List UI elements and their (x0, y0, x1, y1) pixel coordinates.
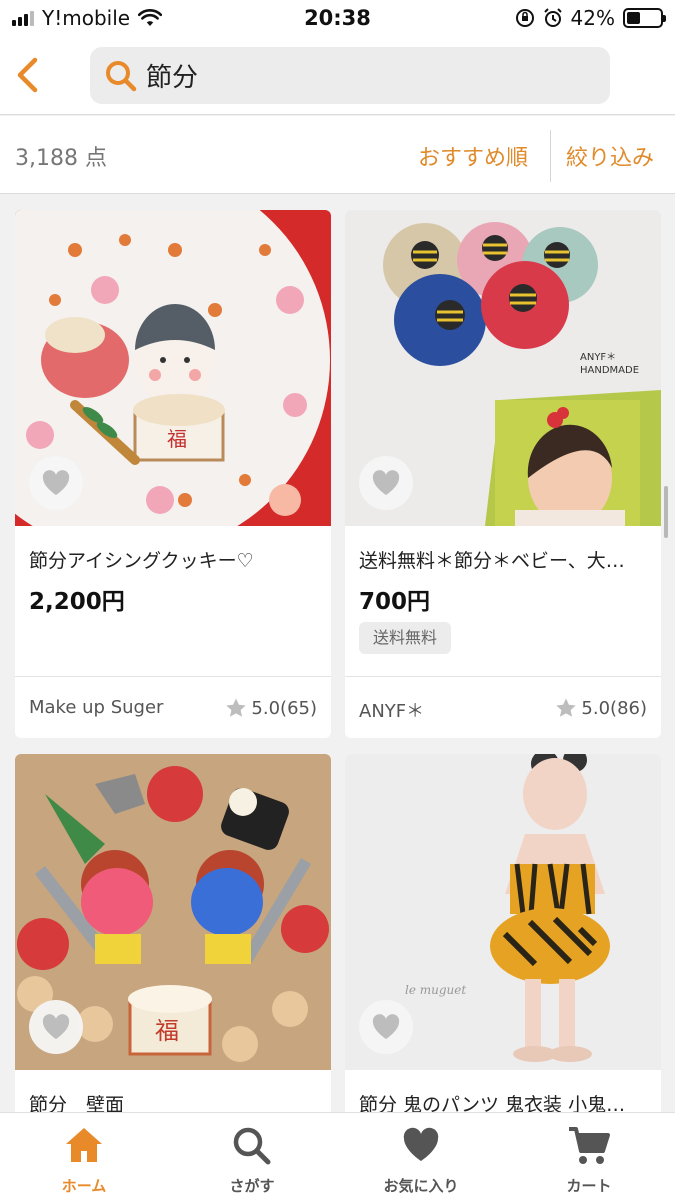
product-title[interactable]: 送料無料＊節分＊ベビー、大… (359, 546, 649, 573)
star-icon (226, 698, 247, 717)
product-card[interactable]: ANYF＊ HANDMADE 送料無料＊節分＊ベビー、大… 700円 送料無料 A… (345, 210, 661, 738)
product-card[interactable]: le muguet 節分 鬼のパンツ 鬼衣装 小鬼… (345, 754, 661, 1154)
shop-name[interactable]: ANYF＊ (359, 697, 424, 723)
favorite-button[interactable] (29, 456, 83, 510)
tab-label: お気に入り (383, 1177, 459, 1195)
back-button[interactable] (8, 52, 48, 98)
favorite-button[interactable] (29, 1000, 83, 1054)
search-input[interactable]: 節分 (90, 47, 610, 104)
cart-icon (569, 1127, 610, 1164)
tab-label: ホーム (61, 1177, 107, 1195)
sort-button[interactable]: おすすめ順 (418, 140, 528, 172)
search-query: 節分 (146, 63, 199, 93)
chevron-left-icon (17, 57, 38, 93)
bottom-tab-bar: ホーム さがす お気に入り カート (0, 1112, 675, 1200)
alarm-icon (543, 8, 562, 27)
tab-home[interactable]: ホーム (0, 1113, 168, 1200)
filter-button[interactable]: 絞り込み (566, 140, 654, 172)
tab-search[interactable]: さがす (168, 1113, 336, 1200)
product-title[interactable]: 節分アイシングクッキー♡ (29, 546, 319, 573)
tab-cart[interactable]: カート (505, 1113, 673, 1200)
search-icon (106, 60, 137, 91)
rating-value: 5.0(65) (251, 697, 317, 719)
heart-icon (42, 470, 70, 495)
results-bar: 3,188 点 おすすめ順 絞り込み (0, 116, 675, 194)
rating: 5.0(86) (555, 697, 647, 719)
wall-art-kanji-text: 福 (155, 1017, 179, 1045)
battery-icon (623, 8, 666, 28)
product-image[interactable]: ANYF＊ HANDMADE (345, 210, 661, 526)
status-bar: Y!mobile 20:38 42% (0, 0, 675, 38)
tab-favorites[interactable]: お気に入り (337, 1113, 505, 1200)
result-count: 3,188 点 (15, 146, 107, 171)
product-card[interactable]: 福 節分アイシングクッキー♡ 2,200円 Make up Suger 5.0(… (15, 210, 331, 738)
cookie-kanji-text: 福 (167, 427, 187, 451)
heart-icon (403, 1127, 439, 1161)
image-watermark-text: le muguet (405, 983, 466, 997)
product-image[interactable]: 福 (15, 754, 331, 1070)
search-header: 節分 (0, 38, 675, 115)
shop-name[interactable]: Make up Suger (29, 697, 163, 718)
product-card[interactable]: 福 節分 壁面 (15, 754, 331, 1154)
product-image[interactable]: 福 (15, 210, 331, 526)
tab-label: さがす (229, 1177, 275, 1195)
heart-icon (372, 1014, 400, 1039)
heart-icon (372, 470, 400, 495)
home-icon (66, 1128, 102, 1162)
orientation-lock-icon (515, 9, 534, 27)
favorite-button[interactable] (359, 1000, 413, 1054)
card-footer: Make up Suger 5.0(65) (15, 676, 331, 738)
star-icon (556, 698, 577, 717)
free-shipping-badge: 送料無料 (359, 622, 452, 654)
search-icon (233, 1127, 271, 1165)
battery-percent: 42% (570, 6, 615, 30)
favorite-button[interactable] (359, 456, 413, 510)
card-footer: ANYF＊ 5.0(86) (345, 676, 661, 738)
product-image[interactable]: le muguet (345, 754, 661, 1070)
battery-fill (627, 12, 641, 24)
scroll-indicator (664, 486, 668, 538)
product-price: 700円 (359, 589, 431, 615)
divider (550, 130, 551, 182)
status-right: 42% (515, 6, 666, 30)
rating: 5.0(65) (225, 697, 317, 719)
heart-icon (42, 1014, 70, 1039)
product-price: 2,200円 (29, 589, 125, 615)
rating-value: 5.0(86) (581, 697, 647, 719)
tab-label: カート (566, 1177, 612, 1195)
